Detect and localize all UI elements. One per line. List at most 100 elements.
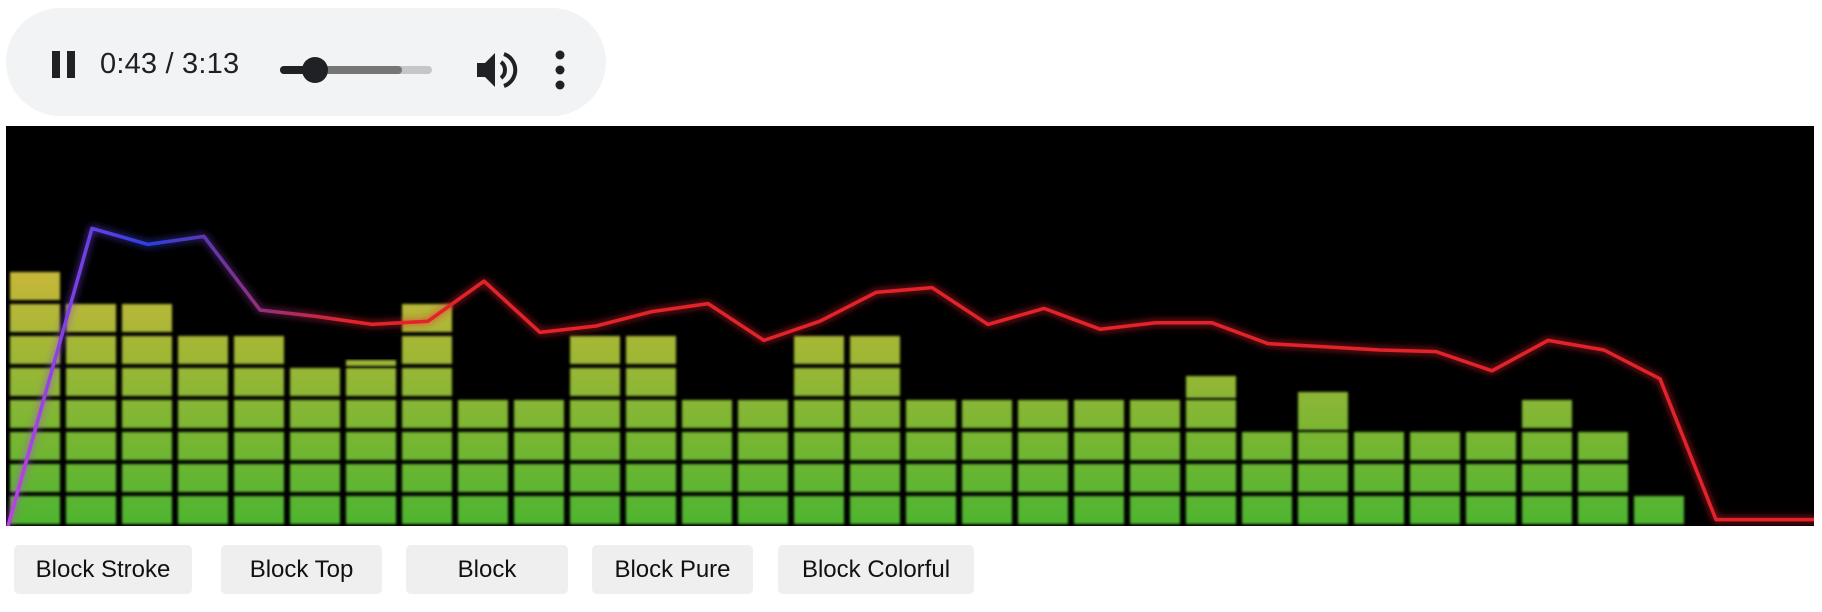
spectrum-cell — [1410, 432, 1460, 460]
time-display: 0:43 / 3:13 — [100, 48, 239, 81]
spectrum-cell — [1130, 496, 1180, 524]
spectrum-cell — [570, 496, 620, 524]
visualizer-mode-buttons: Block Stroke Block Top Block Block Pure … — [14, 545, 1014, 595]
spectrum-cell — [66, 304, 116, 332]
spectrum-cell — [1522, 432, 1572, 460]
spectrum-cell — [346, 432, 396, 460]
spectrum-cell — [1018, 464, 1068, 492]
volume-up-icon — [477, 52, 518, 88]
spectrum-cell — [1466, 432, 1516, 460]
spectrum-cell — [1354, 464, 1404, 492]
spectrum-cell — [66, 432, 116, 460]
spectrum-cell — [962, 432, 1012, 460]
spectrum-cell — [1242, 464, 1292, 492]
spectrum-cell — [66, 496, 116, 524]
spectrum-cell — [290, 432, 340, 460]
spectrum-cell — [906, 464, 956, 492]
spectrum-cell — [570, 336, 620, 364]
audio-player: 0:43 / 3:13 — [6, 8, 606, 116]
spectrum-cell — [122, 368, 172, 396]
spectrum-cell — [234, 400, 284, 428]
spectrum-cell — [178, 432, 228, 460]
spectrum-cell — [682, 400, 732, 428]
spectrum-cell — [1522, 496, 1572, 524]
spectrum-cell — [234, 496, 284, 524]
spectrum-cell — [66, 368, 116, 396]
mode-button-block[interactable]: Block — [406, 545, 568, 594]
spectrum-cell — [1074, 496, 1124, 524]
spectrum-cell — [1242, 496, 1292, 524]
spectrum-cell — [738, 400, 788, 428]
spectrum-cell — [178, 464, 228, 492]
spectrum-cell — [1130, 464, 1180, 492]
spectrum-cell — [626, 368, 676, 396]
spectrum-cell — [626, 496, 676, 524]
spectrum-cell — [1410, 464, 1460, 492]
spectrum-cell-partial — [1298, 392, 1348, 430]
spectrum-cell — [122, 304, 172, 332]
spectrum-cell — [1578, 496, 1628, 524]
spectrum-cell — [738, 496, 788, 524]
time-separator: / — [165, 48, 174, 80]
mode-button-block-stroke[interactable]: Block Stroke — [14, 545, 192, 594]
spectrum-cell — [626, 400, 676, 428]
spectrum-cell — [1018, 432, 1068, 460]
spectrum-cell — [178, 368, 228, 396]
volume-button[interactable] — [474, 48, 520, 92]
spectrum-cell — [962, 496, 1012, 524]
spectrum-cell — [290, 496, 340, 524]
mode-button-block-pure[interactable]: Block Pure — [592, 545, 753, 594]
spectrum-cell — [794, 336, 844, 364]
pause-button[interactable] — [42, 42, 86, 86]
spectrum-cell — [1522, 400, 1572, 428]
spectrum-cell — [346, 400, 396, 428]
spectrum-cell — [962, 400, 1012, 428]
spectrum-cell — [850, 432, 900, 460]
spectrum-cell — [122, 496, 172, 524]
spectrum-cell — [10, 496, 60, 524]
seek-thumb[interactable] — [301, 57, 328, 83]
spectrum-cell — [1578, 464, 1628, 492]
more-vert-icon — [555, 50, 565, 90]
spectrum-cell — [682, 464, 732, 492]
spectrum-cell — [66, 400, 116, 428]
spectrum-cell — [850, 368, 900, 396]
spectrum-cell — [794, 464, 844, 492]
duration: 3:13 — [182, 48, 240, 80]
spectrum-cell — [738, 464, 788, 492]
spectrum-cell — [10, 336, 60, 364]
spectrum-cell — [346, 496, 396, 524]
spectrum-cell — [1410, 496, 1460, 524]
spectrum-cell — [1130, 432, 1180, 460]
spectrum-cell — [1522, 464, 1572, 492]
spectrum-cell — [178, 336, 228, 364]
spectrum-cell — [1242, 432, 1292, 460]
spectrum-cell — [346, 464, 396, 492]
mode-button-block-top[interactable]: Block Top — [221, 545, 382, 594]
spectrum-cell — [122, 400, 172, 428]
spectrum-cell — [794, 496, 844, 524]
spectrum-cell — [290, 368, 340, 396]
spectrum-cell — [402, 400, 452, 428]
spectrum-cell — [402, 336, 452, 364]
spectrum-cell — [178, 400, 228, 428]
spectrum-cell — [66, 464, 116, 492]
spectrum-cell — [1466, 496, 1516, 524]
more-options-button[interactable] — [546, 48, 574, 92]
spectrum-cell — [514, 464, 564, 492]
spectrum-cell — [738, 432, 788, 460]
spectrum-cell — [66, 336, 116, 364]
spectrum-cell — [1018, 496, 1068, 524]
spectrum-cell — [290, 464, 340, 492]
spectrum-cell — [234, 368, 284, 396]
spectrum-cell — [514, 496, 564, 524]
spectrum-cell — [402, 464, 452, 492]
mode-button-block-colorful[interactable]: Block Colorful — [778, 545, 974, 594]
spectrum-cell — [514, 432, 564, 460]
spectrum-cell — [906, 496, 956, 524]
spectrum-cell — [626, 432, 676, 460]
spectrum-cell — [458, 496, 508, 524]
seek-slider[interactable] — [280, 57, 432, 83]
spectrum-cell — [906, 432, 956, 460]
spectrum-cell — [1354, 432, 1404, 460]
